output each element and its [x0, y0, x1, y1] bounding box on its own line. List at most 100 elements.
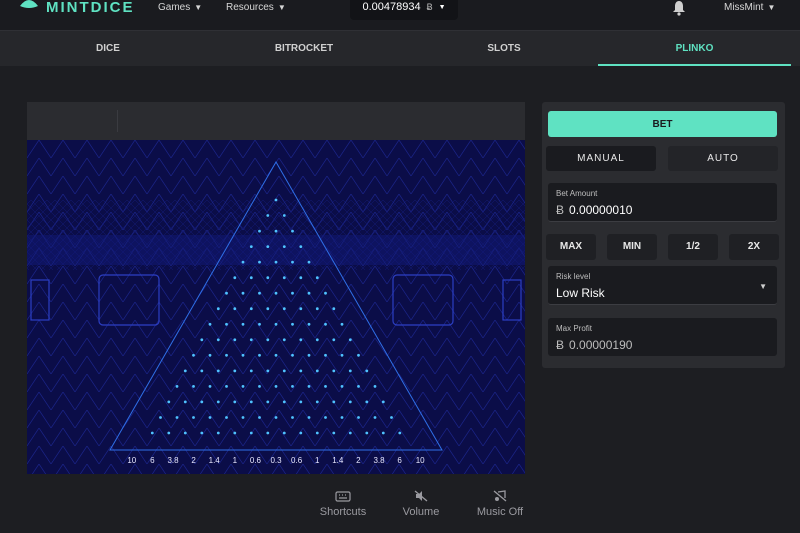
- peg: [266, 400, 270, 404]
- peg: [258, 353, 261, 357]
- peg: [183, 400, 187, 404]
- peg: [233, 307, 237, 311]
- peg: [348, 338, 352, 342]
- manual-mode-tab[interactable]: MANUAL: [546, 146, 656, 171]
- peg: [348, 431, 352, 435]
- peg: [291, 229, 294, 233]
- peg: [315, 338, 319, 342]
- tab-plinko[interactable]: PLINKO: [598, 31, 791, 66]
- bet-button[interactable]: BET: [548, 111, 777, 137]
- peg: [332, 369, 336, 373]
- peg: [200, 400, 204, 404]
- peg: [249, 369, 253, 373]
- brand-name: MINTDICE: [46, 0, 135, 16]
- peg: [282, 400, 286, 404]
- peg: [332, 307, 336, 311]
- auto-mode-tab[interactable]: AUTO: [668, 146, 778, 171]
- currency-symbol: Ƀ: [426, 2, 433, 12]
- tab-bitrocket[interactable]: BITROCKET: [254, 31, 354, 66]
- peg: [233, 276, 237, 280]
- peg: [299, 369, 303, 373]
- shortcuts-label: Shortcuts: [319, 506, 367, 518]
- peg: [241, 353, 245, 357]
- logo[interactable]: MINTDICE: [18, 0, 135, 16]
- tab-dice[interactable]: DICE: [58, 31, 158, 66]
- games-label: Games: [158, 2, 191, 13]
- min-button[interactable]: MIN: [607, 234, 657, 260]
- resources-menu[interactable]: Resources ▼: [226, 2, 286, 13]
- peg: [274, 353, 278, 357]
- divider: [117, 110, 118, 132]
- peg: [241, 322, 245, 326]
- peg: [340, 416, 344, 419]
- peg: [324, 322, 327, 326]
- peg: [258, 291, 261, 295]
- max-profit-label: Max Profit: [556, 324, 593, 333]
- leaf-logo-icon: [20, 0, 38, 8]
- peg: [208, 416, 212, 419]
- peg: [216, 307, 220, 311]
- multiplier-label: 10: [127, 456, 136, 465]
- plinko-board[interactable]: 10 6 3.8 2 1.4 1 0.6 0.3 0.6 1 1.4 2 3.8 6 10: [27, 140, 525, 474]
- peg: [266, 431, 270, 435]
- peg: [200, 431, 204, 435]
- peg: [315, 307, 319, 311]
- peg: [282, 276, 286, 280]
- peg: [150, 431, 154, 435]
- bet-amount-value: 0.00000010: [569, 203, 633, 217]
- peg: [381, 400, 385, 404]
- peg: [274, 198, 278, 202]
- double-button[interactable]: 2X: [729, 234, 779, 260]
- peg: [274, 416, 278, 419]
- peg: [225, 322, 228, 326]
- peg: [225, 353, 228, 357]
- peg: [291, 385, 294, 388]
- peg: [258, 260, 261, 264]
- chevron-down-icon: ▼: [438, 3, 446, 11]
- wallet-balance-selector[interactable]: 0.00478934 Ƀ ▼: [350, 0, 458, 20]
- peg: [365, 400, 369, 404]
- peg: [274, 229, 278, 233]
- peg: [291, 353, 294, 357]
- peg: [208, 322, 212, 326]
- tab-slots[interactable]: SLOTS: [454, 31, 554, 66]
- peg: [216, 400, 220, 404]
- games-menu[interactable]: Games ▼: [158, 2, 202, 13]
- peg: [208, 353, 212, 357]
- peg: [299, 307, 303, 311]
- peg: [324, 291, 327, 295]
- peg: [340, 353, 344, 357]
- peg: [216, 369, 220, 373]
- multiplier-label: 2: [356, 456, 361, 465]
- peg: [307, 385, 311, 388]
- peg: [233, 369, 237, 373]
- bell-icon[interactable]: [672, 0, 686, 16]
- game-tabs: DICE BITROCKET SLOTS PLINKO: [0, 30, 800, 66]
- currency-symbol: Ƀ: [556, 203, 565, 217]
- peg: [365, 369, 369, 373]
- volume-control[interactable]: Volume: [398, 490, 444, 518]
- peg: [299, 276, 303, 280]
- shortcuts-control[interactable]: Shortcuts: [316, 490, 370, 518]
- peg: [241, 385, 245, 388]
- top-bar: MINTDICE Games ▼ Resources ▼ 0.00478934 Ƀ …: [0, 0, 800, 30]
- peg: [324, 385, 327, 388]
- peg: [282, 214, 286, 217]
- peg: [348, 400, 352, 404]
- peg: [159, 416, 162, 419]
- peg: [274, 322, 278, 326]
- peg: [241, 291, 245, 295]
- music-control[interactable]: Music Off: [473, 490, 527, 518]
- half-button[interactable]: 1/2: [668, 234, 718, 260]
- user-menu[interactable]: MissMint ▼: [724, 2, 775, 13]
- bet-amount-field[interactable]: Bet Amount Ƀ 0.00000010: [548, 183, 777, 222]
- max-button[interactable]: MAX: [546, 234, 596, 260]
- peg: [192, 416, 195, 419]
- peg: [167, 400, 171, 404]
- peg: [299, 338, 303, 342]
- peg: [233, 338, 237, 342]
- multiplier-label: 2: [191, 456, 196, 465]
- peg: [357, 353, 360, 357]
- peg: [307, 322, 311, 326]
- risk-level-select[interactable]: Risk level Low Risk ▼: [548, 266, 777, 305]
